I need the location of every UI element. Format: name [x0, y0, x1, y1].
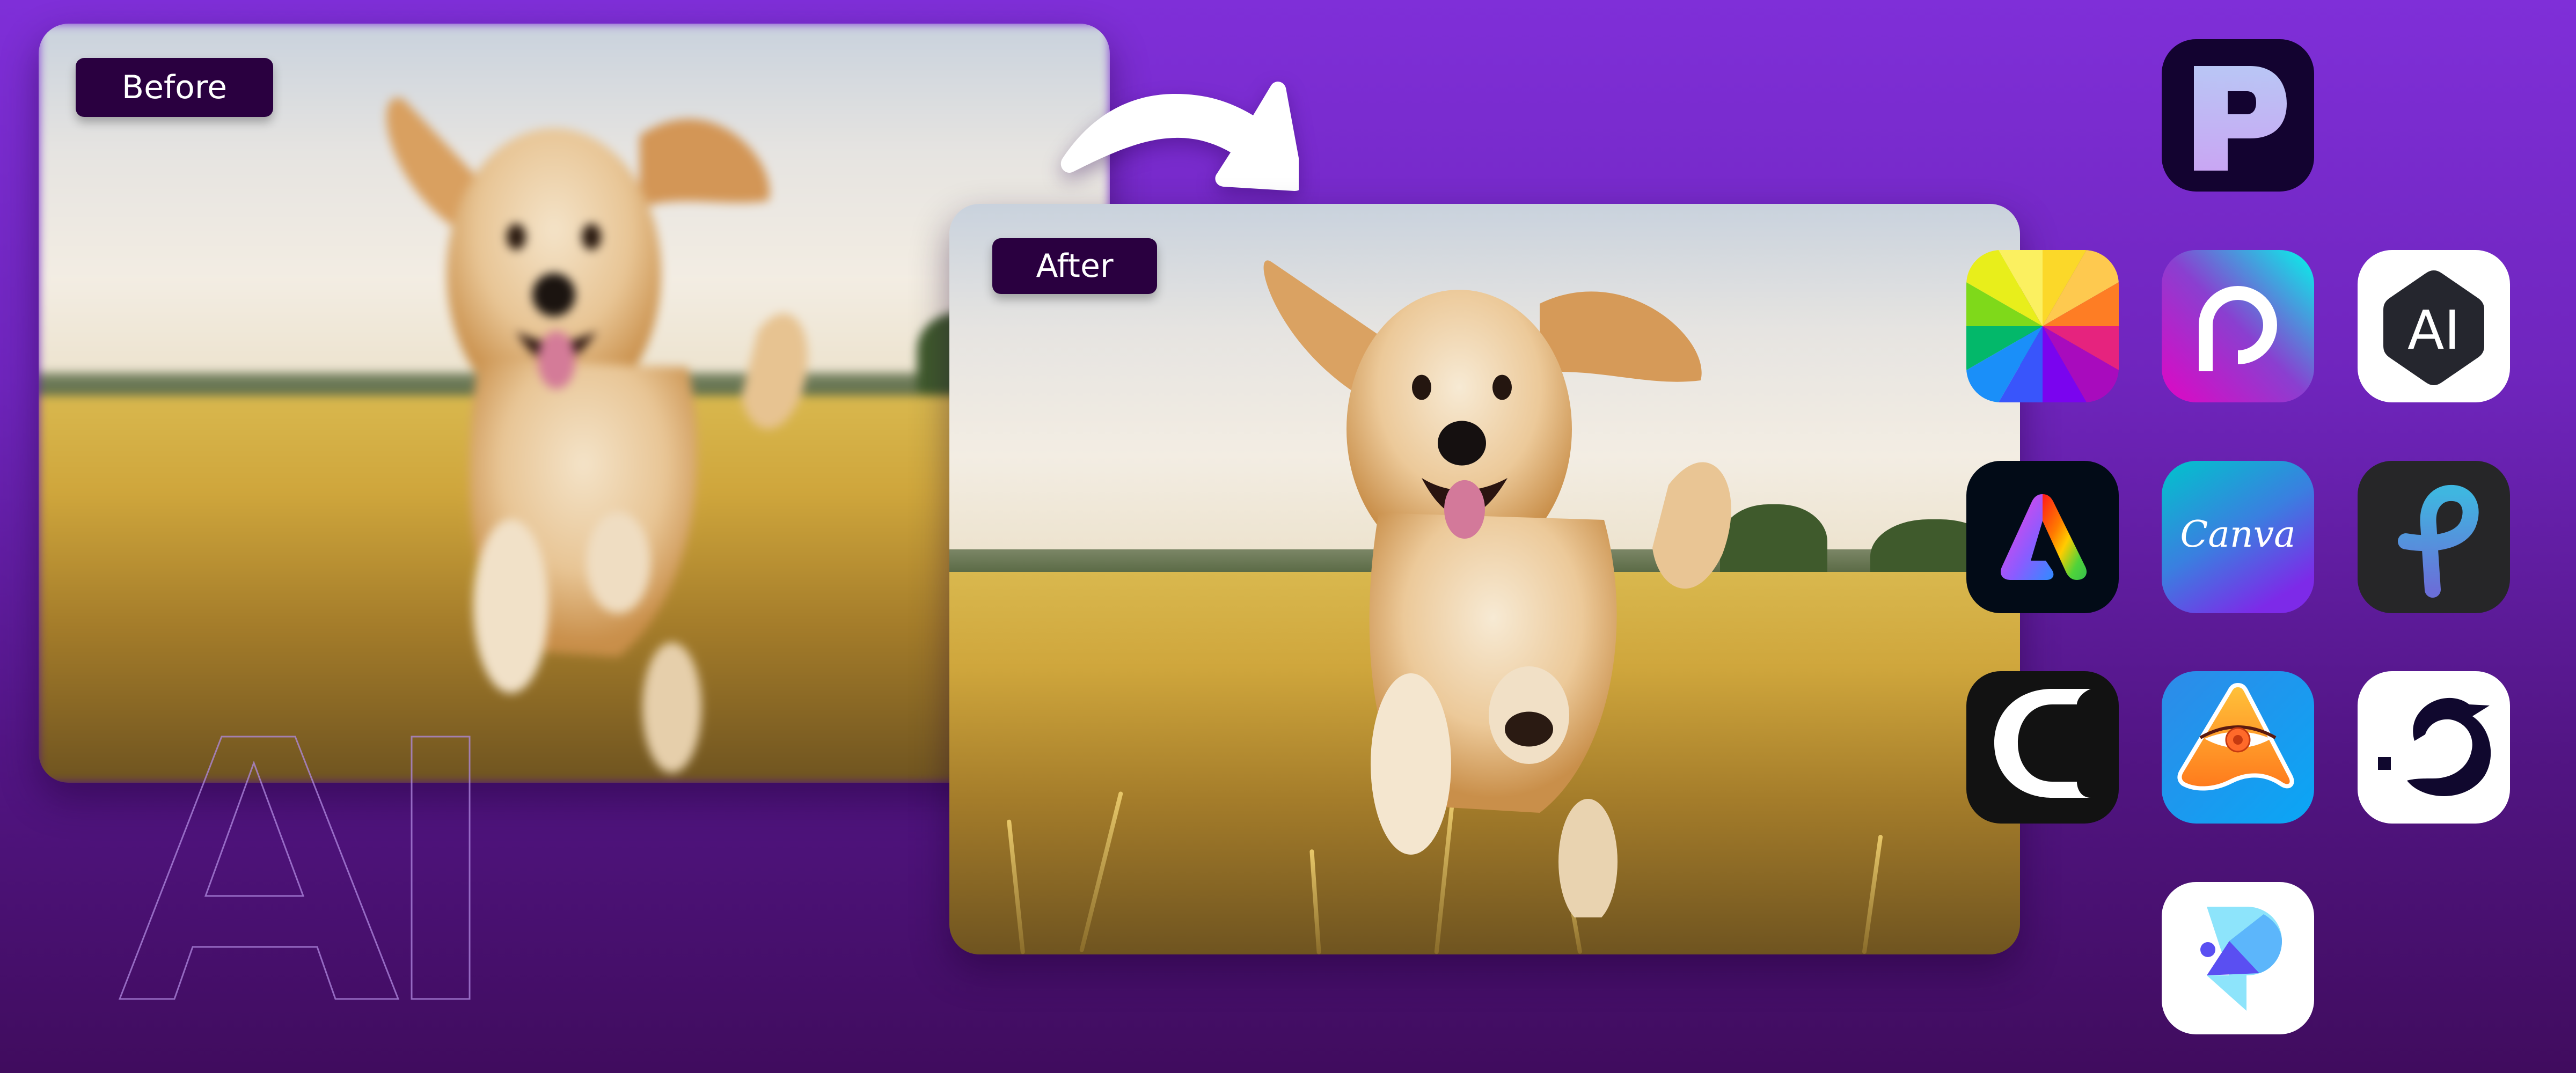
dog-illustration [386, 98, 808, 773]
ai-hexagon-icon[interactable]: AI [2358, 250, 2510, 402]
letter-i-outline [411, 736, 471, 1000]
picsart-icon[interactable] [2162, 250, 2314, 402]
letter-a-outline [118, 736, 400, 1000]
pixlr-icon[interactable] [2358, 461, 2510, 613]
after-photo [949, 204, 2020, 954]
ai-outline-watermark [118, 736, 471, 1000]
curved-arrow-right-icon [1060, 82, 1299, 191]
svg-text:AI: AI [2407, 299, 2460, 362]
before-label: Before [76, 58, 273, 117]
eye-triangle-icon[interactable] [2162, 671, 2314, 824]
fotor-icon[interactable] [1966, 250, 2119, 402]
adobe-express-icon[interactable] [1966, 461, 2119, 613]
photo-p-bird-icon[interactable] [2162, 882, 2314, 1034]
dolphin-icon[interactable] [2358, 671, 2510, 824]
after-image-card: After [949, 204, 2020, 954]
after-label: After [992, 238, 1157, 294]
dog-illustration [1263, 260, 1731, 917]
canva-icon[interactable]: Canva [2162, 461, 2314, 613]
svg-text:Canva: Canva [2180, 513, 2295, 556]
photodirector-p-icon[interactable] [2162, 39, 2314, 192]
c-logo-icon[interactable] [1966, 671, 2119, 824]
